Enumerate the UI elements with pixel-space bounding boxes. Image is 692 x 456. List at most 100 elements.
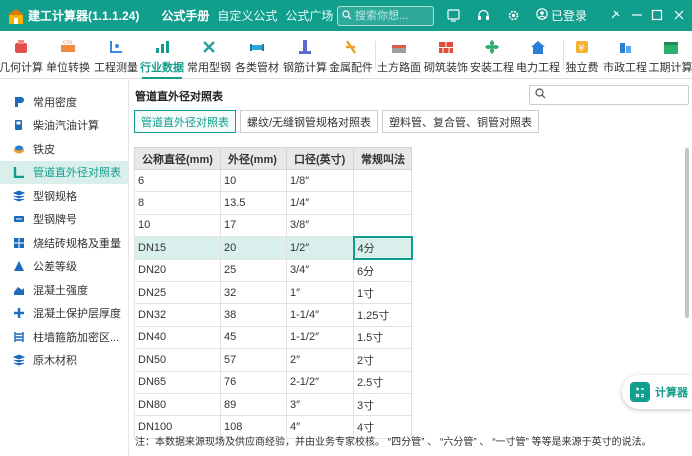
sidebar-item-tolerance[interactable]: 公差等级: [0, 255, 128, 279]
calculator-button[interactable]: 计算器: [622, 375, 692, 409]
table-row[interactable]: DN32 38 1-1/4″ 1.25寸: [134, 303, 412, 327]
table-row[interactable]: DN50 57 2″ 2寸: [134, 348, 412, 372]
table-cell[interactable]: 1/4″: [286, 191, 354, 215]
sidebar-item-timber[interactable]: 原木材积: [0, 349, 128, 373]
table-cell[interactable]: 10: [220, 168, 287, 193]
table-cell[interactable]: 76: [220, 370, 287, 394]
gear-icon[interactable]: [506, 8, 520, 22]
table-cell[interactable]: DN15: [134, 236, 221, 260]
header-outer-diameter[interactable]: 外径(mm): [220, 147, 287, 170]
table-cell[interactable]: 2″: [286, 348, 354, 372]
tool-survey[interactable]: 工程测量: [93, 31, 139, 79]
header-nominal-diameter[interactable]: 公称直径(mm): [134, 147, 221, 170]
tab-formula-square[interactable]: 公式广场: [281, 7, 337, 24]
table-cell[interactable]: 6分: [353, 258, 412, 282]
table-cell[interactable]: 3/4″: [286, 258, 354, 282]
sidebar-item-pipe-diameter[interactable]: 管道直外径对照表: [0, 160, 128, 184]
tool-municipal[interactable]: 市政工程: [602, 31, 648, 79]
sidebar-item-tinplate[interactable]: 铁皮: [0, 137, 128, 161]
table-cell[interactable]: 17: [220, 213, 287, 238]
tool-steel-sections[interactable]: 常用型钢: [186, 31, 232, 79]
tool-schedule[interactable]: 工期计算: [649, 31, 692, 79]
table-row[interactable]: DN65 76 2-1/2″ 2.5寸: [134, 370, 412, 394]
table-cell[interactable]: 2.5寸: [353, 370, 412, 394]
table-cell[interactable]: 57: [220, 348, 287, 372]
table-cell[interactable]: 20: [220, 236, 287, 260]
table-cell[interactable]: 1/2″: [286, 236, 354, 260]
tab-pipe-diameter[interactable]: 管道直外径对照表: [134, 110, 236, 133]
global-search[interactable]: [337, 6, 434, 26]
minimize-icon[interactable]: [630, 8, 644, 22]
table-cell[interactable]: 1.25寸: [353, 303, 412, 327]
screen-icon[interactable]: [446, 8, 460, 22]
table-cell[interactable]: DN50: [134, 348, 221, 372]
table-cell[interactable]: 2-1/2″: [286, 370, 354, 394]
table-cell[interactable]: 1-1/4″: [286, 303, 354, 327]
close-icon[interactable]: [672, 8, 686, 22]
table-cell[interactable]: 89: [220, 392, 287, 417]
table-cell[interactable]: 1寸: [353, 280, 412, 305]
table-row[interactable]: 8 13.5 1/4″: [134, 191, 412, 215]
table-cell[interactable]: 38: [220, 303, 287, 327]
tool-masonry[interactable]: 砌筑装饰: [423, 31, 469, 79]
table-row[interactable]: DN25 32 1″ 1寸: [134, 280, 412, 305]
table-cell[interactable]: DN65: [134, 370, 221, 394]
table-row[interactable]: DN20 25 3/4″ 6分: [134, 258, 412, 282]
table-cell[interactable]: DN25: [134, 280, 221, 305]
tool-independent-fee[interactable]: ¥ 独立费: [564, 31, 600, 79]
sidebar-item-steel-spec[interactable]: 型钢规格: [0, 184, 128, 208]
table-cell[interactable]: 3寸: [353, 392, 412, 417]
table-cell[interactable]: DN40: [134, 325, 221, 350]
tool-unit-conversion[interactable]: cm 单位转换: [44, 31, 92, 79]
headset-icon[interactable]: [476, 8, 490, 22]
table-cell[interactable]: 32: [220, 280, 287, 305]
table-cell[interactable]: 25: [220, 258, 287, 282]
table-cell[interactable]: DN32: [134, 303, 221, 327]
tool-industry-data[interactable]: 行业数据: [140, 31, 184, 79]
table-cell[interactable]: 10: [134, 213, 221, 238]
header-common-name[interactable]: 常规叫法: [353, 147, 412, 170]
table-cell[interactable]: 1-1/2″: [286, 325, 354, 350]
table-cell[interactable]: 2寸: [353, 348, 412, 372]
tool-earthwork[interactable]: 土方路面: [376, 31, 422, 79]
table-cell[interactable]: 8: [134, 191, 221, 215]
tool-metal-fittings[interactable]: 金属配件: [329, 31, 373, 79]
sidebar-item-concrete-cover[interactable]: 混凝土保护层厚度: [0, 302, 128, 326]
table-cell[interactable]: 3/8″: [286, 213, 354, 238]
sidebar-item-concrete-strength[interactable]: 混凝土强度: [0, 278, 128, 302]
table-cell[interactable]: 6: [134, 168, 221, 193]
table-cell[interactable]: [353, 191, 412, 215]
tab-custom-formula[interactable]: 自定义公式: [213, 7, 281, 24]
header-inch[interactable]: 口径(英寸): [286, 147, 354, 170]
tool-geometry[interactable]: 几何计算: [0, 31, 43, 79]
sidebar-item-density[interactable]: 常用密度: [0, 90, 128, 114]
table-cell[interactable]: 1/8″: [286, 168, 354, 193]
tab-formula-manual[interactable]: 公式手册: [157, 7, 213, 24]
table-row[interactable]: DN80 89 3″ 3寸: [134, 392, 412, 417]
table-cell[interactable]: 3″: [286, 392, 354, 417]
tab-threaded-seamless[interactable]: 螺纹/无缝钢管规格对照表: [240, 110, 379, 133]
tool-pipes[interactable]: 各类管材: [233, 31, 281, 79]
table-row-selected[interactable]: DN15 20 1/2″ 4分: [134, 235, 413, 261]
pin-icon[interactable]: [608, 8, 622, 22]
tab-plastic-copper[interactable]: 塑料管、复合管、铜管对照表: [382, 110, 540, 133]
table-cell-focused[interactable]: 4分: [352, 235, 413, 261]
sidebar-item-fuel[interactable]: 柴油汽油计算: [0, 114, 128, 138]
table-cell[interactable]: DN20: [134, 258, 221, 282]
table-row[interactable]: 6 10 1/8″: [134, 168, 412, 193]
sidebar-item-steel-grade[interactable]: 型钢牌号: [0, 208, 128, 232]
table-cell[interactable]: 1.5寸: [353, 325, 412, 350]
table-cell[interactable]: [353, 168, 412, 193]
table-cell[interactable]: DN80: [134, 392, 221, 417]
sidebar-item-stirrup[interactable]: 柱墙箍筋加密区...: [0, 325, 128, 349]
table-cell[interactable]: [353, 213, 412, 238]
table-search[interactable]: [529, 85, 689, 105]
table-row[interactable]: DN40 45 1-1/2″ 1.5寸: [134, 325, 412, 350]
tool-power[interactable]: 电力工程: [515, 31, 561, 79]
sidebar-item-brick[interactable]: 烧结砖规格及重量: [0, 231, 128, 255]
table-cell[interactable]: 1″: [286, 280, 354, 305]
table-cell[interactable]: 13.5: [220, 191, 287, 215]
table-row[interactable]: 10 17 3/8″: [134, 213, 412, 238]
vertical-scrollbar[interactable]: [685, 148, 689, 318]
search-input[interactable]: [355, 10, 429, 22]
